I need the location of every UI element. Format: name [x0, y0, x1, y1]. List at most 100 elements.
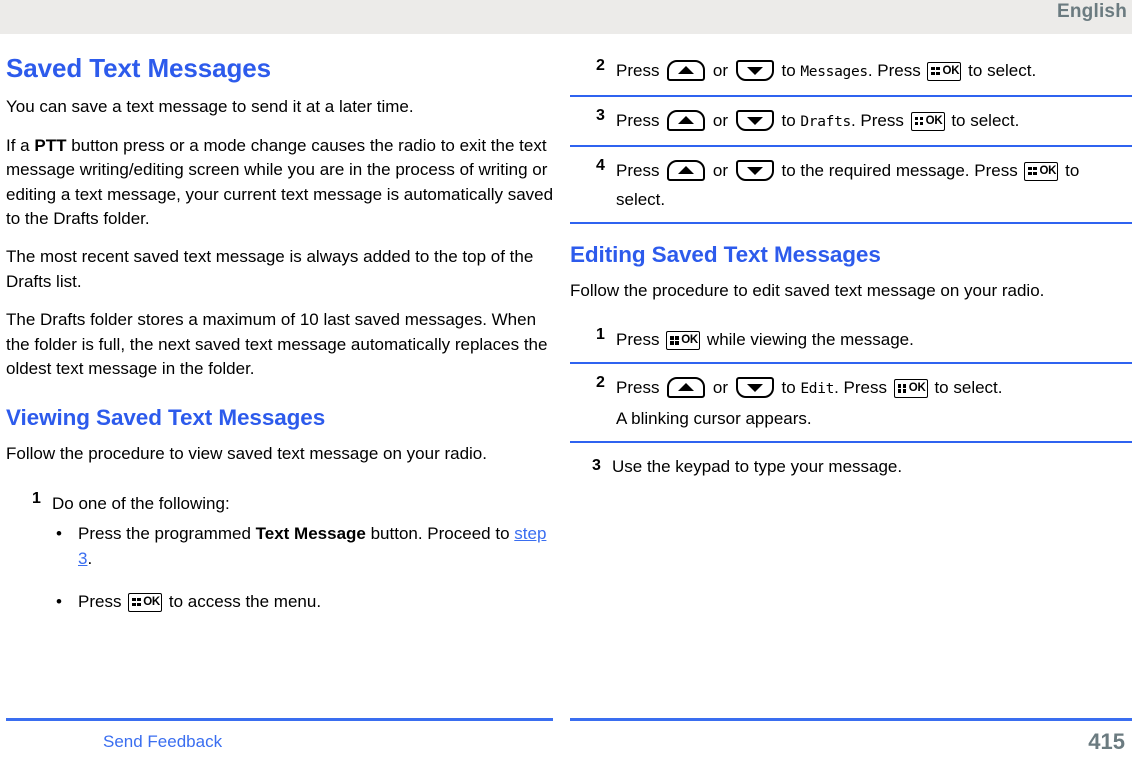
ok-key-label: OK [143, 595, 161, 608]
step-note: A blinking cursor appears. [616, 409, 812, 429]
step-text: Press OK while viewing the message. [616, 325, 1132, 354]
menu-item-name: Drafts [800, 114, 851, 130]
ok-key-label: OK [942, 65, 960, 77]
ok-key-icon: OK [927, 62, 962, 81]
step-item: 3 Use the keypad to type your message. [570, 452, 1132, 481]
nav-down-key-icon [735, 160, 774, 181]
paragraph-intro: You can save a text message to send it a… [6, 97, 414, 117]
step-seg-4: . Press [867, 61, 926, 80]
step-separator [570, 145, 1132, 147]
step-item: 2 Press or to Messages. Press OK to sele… [570, 56, 1132, 87]
triangle-up-icon [678, 383, 695, 392]
step-seg-1: Press [616, 378, 665, 398]
step-item: 4 Press or to the required message. Pres… [570, 156, 1132, 214]
step-seg-5: while viewing the message. [702, 330, 914, 350]
step-item: 1 Do one of the following: • Press the p… [6, 489, 559, 614]
ok-key-label: OK [925, 115, 943, 127]
step-seg-3: to [776, 111, 801, 130]
ok-key-icon: OK [666, 331, 701, 351]
step-number: 3 [596, 107, 605, 124]
step-number: 4 [596, 157, 605, 174]
footer-divider-right [570, 718, 1132, 721]
ok-key-label: OK [681, 334, 699, 347]
step-bullets: • Press the programmed Text Message butt… [52, 521, 559, 614]
triangle-down-icon [746, 67, 763, 75]
step-seg-5: to select. [963, 61, 1037, 80]
menu-grid-icon [914, 117, 924, 126]
bullet-text-after: button. Proceed to [365, 523, 515, 543]
step-seg-1: Press [616, 161, 665, 180]
triangle-down-icon [746, 384, 763, 393]
bullet-text-tail: . [87, 548, 93, 568]
menu-grid-icon [931, 67, 940, 76]
paragraph-viewing-intro: Follow the procedure to view saved text … [6, 444, 487, 464]
step-separator [570, 222, 1132, 224]
menu-grid-icon [670, 336, 679, 345]
bullet-dot-icon: • [56, 591, 62, 611]
page-header-band: English [0, 0, 1132, 34]
list-item: • Press the programmed Text Message butt… [52, 521, 559, 571]
step-seg-2: or [708, 61, 733, 80]
step-number: 2 [596, 57, 605, 74]
language-label: English [1056, 1, 1127, 22]
subsection-title-editing: Editing Saved Text Messages [570, 242, 881, 267]
paragraph-recent-saved: The most recent saved text message is al… [6, 247, 534, 291]
step-text: Use the keypad to type your message. [612, 457, 903, 477]
paragraph-drafts-capacity: The Drafts folder stores a maximum of 10… [6, 310, 548, 378]
step-text: Press or to Messages. Press OK to select… [616, 56, 1132, 87]
step-separator [570, 95, 1132, 97]
paragraph-ptt: If a PTT button press or a mode change c… [6, 134, 559, 232]
page-body: Saved Text Messages You can save a text … [0, 34, 1132, 762]
ptt-bold-term: PTT [34, 135, 67, 155]
ok-key-label: OK [908, 382, 926, 395]
triangle-up-icon [678, 116, 695, 124]
triangle-down-icon [746, 117, 763, 125]
step-number: 1 [32, 489, 41, 507]
viewing-steps-list: 1 Do one of the following: • Press the p… [6, 489, 559, 614]
bullet-dot-icon: • [56, 523, 62, 543]
step-seg-2: or [708, 161, 733, 180]
triangle-up-icon [678, 66, 695, 74]
nav-up-key-icon [667, 110, 706, 131]
text-message-bold-term: Text Message [255, 523, 366, 543]
ptt-text-before: If a [6, 135, 35, 155]
nav-down-key-icon [735, 377, 774, 399]
nav-down-key-icon [735, 60, 774, 81]
step-seg-1: Press [616, 111, 665, 130]
menu-item-name: Edit [800, 381, 835, 398]
step-separator [570, 362, 1132, 365]
page-number: 415 [1088, 729, 1125, 754]
step-seg-3: to [776, 61, 801, 80]
menu-grid-icon [897, 384, 907, 393]
step-text: Press or to Edit. Press OK to select. [616, 373, 1132, 404]
footer-divider-left [6, 718, 553, 721]
step-number: 2 [596, 374, 605, 392]
send-feedback-link[interactable]: Send Feedback [103, 732, 222, 752]
right-column: 2 Press or to Messages. Press OK to sele… [570, 34, 1132, 481]
bullet-text-after: to access the menu. [164, 591, 322, 611]
step-seg-5: to select. [929, 378, 1003, 398]
menu-item-name: Messages [800, 64, 868, 80]
left-column: Saved Text Messages You can save a text … [6, 34, 559, 632]
ok-key-icon: OK [910, 112, 945, 131]
step-item: 1 Press OK while viewing the message. [570, 325, 1132, 354]
step-seg-3: to [776, 378, 801, 398]
step-number: 1 [596, 326, 605, 344]
ok-key-icon: OK [893, 379, 928, 399]
triangle-down-icon [746, 167, 763, 175]
step-item: 2 Press or to Edit. Press OK to select. … [570, 373, 1132, 433]
bullet-text-before: Press [78, 591, 127, 611]
step-seg-2: or [708, 378, 733, 398]
step-seg-4: . Press [834, 378, 892, 398]
nav-down-key-icon [735, 110, 774, 131]
menu-grid-icon [1028, 167, 1037, 176]
subsection-title-viewing: Viewing Saved Text Messages [6, 405, 326, 431]
step-number: 3 [592, 457, 601, 475]
triangle-up-icon [678, 166, 695, 174]
step-seg-2: or [708, 111, 733, 130]
step-seg-1: Press [616, 330, 665, 350]
nav-up-key-icon [667, 160, 706, 181]
step-item: 3 Press or to Drafts. Press OK to select… [570, 106, 1132, 137]
menu-grid-icon [132, 597, 141, 607]
step-seg-5: to select. [946, 111, 1020, 130]
